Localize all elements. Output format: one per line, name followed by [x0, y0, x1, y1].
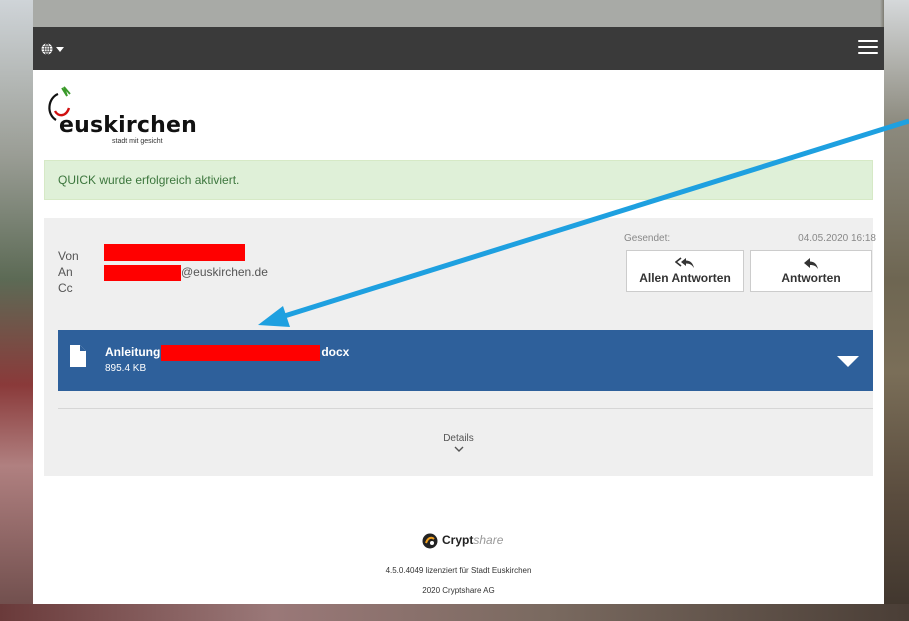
details-toggle[interactable]: Details [44, 433, 873, 452]
cryptshare-logo: Cryptshare [422, 533, 512, 549]
cc-row: Cc [58, 280, 268, 296]
cryptshare-logo-icon [422, 533, 438, 549]
language-dropdown[interactable] [41, 39, 71, 59]
background-photo-bottom [0, 604, 909, 621]
reply-button[interactable]: Antworten [750, 250, 872, 292]
app-frame: euskirchen stadt mit gesicht QUICK wurde… [33, 27, 884, 604]
brand-italic: share [473, 533, 504, 547]
reply-all-icon [675, 257, 694, 268]
reply-all-label: Allen Antworten [639, 271, 731, 285]
to-label: An [58, 265, 73, 279]
recipient-domain: @euskirchen.de [181, 265, 268, 279]
cryptshare-wordmark: Cryptshare [442, 533, 503, 547]
divider [58, 408, 873, 409]
background-photo-left [0, 0, 33, 621]
reply-label: Antworten [781, 271, 841, 285]
license-text: 4.5.0.4049 lizenziert für Stadt Euskirch… [385, 566, 532, 575]
attachment-name-prefix: Anleitung [105, 345, 161, 360]
attachment-name-suffix: docx [321, 345, 350, 360]
sent-date: 04.05.2020 16:18 [798, 233, 876, 244]
top-navbar [33, 27, 884, 70]
message-meta: Von An @euskirchen.de Cc [58, 244, 268, 296]
redacted-sender [104, 244, 245, 262]
sent-label: Gesendet: [624, 233, 671, 244]
details-label: Details [443, 433, 474, 444]
reply-icon [804, 258, 818, 269]
reply-all-button[interactable]: Allen Antworten [626, 250, 744, 292]
to-row: An @euskirchen.de [58, 264, 268, 281]
expand-caret-icon[interactable] [837, 356, 859, 367]
logo-tagline: stadt mit gesicht [112, 138, 163, 145]
globe-icon [41, 43, 53, 55]
redacted-filename [161, 345, 321, 361]
from-row: Von [58, 244, 268, 264]
chevron-down-icon [454, 446, 463, 452]
copyright-text: 2020 Cryptshare AG [422, 586, 495, 595]
message-panel: Von An @euskirchen.de Cc Gesendet: 04.05.… [44, 218, 876, 476]
background-photo-right [884, 0, 909, 621]
from-label: Von [58, 249, 79, 263]
cc-label: Cc [58, 281, 73, 295]
brand-bold: Crypt [442, 533, 474, 547]
euskirchen-logo: euskirchen stadt mit gesicht [44, 84, 197, 148]
file-icon [70, 345, 86, 367]
attachment-size: 895.4 KB [105, 363, 147, 374]
redacted-recipient [104, 264, 181, 281]
attachment-name: Anleitung docx [105, 345, 349, 361]
logo-wordmark: euskirchen [59, 113, 197, 138]
success-alert: QUICK wurde erfolgreich aktiviert. [44, 160, 873, 200]
attachment-bar[interactable]: Anleitung docx 895.4 KB [58, 330, 873, 391]
hamburger-menu-icon[interactable] [858, 40, 878, 56]
sent-info: Gesendet: 04.05.2020 16:18 [624, 233, 876, 244]
chevron-down-icon [56, 46, 64, 52]
